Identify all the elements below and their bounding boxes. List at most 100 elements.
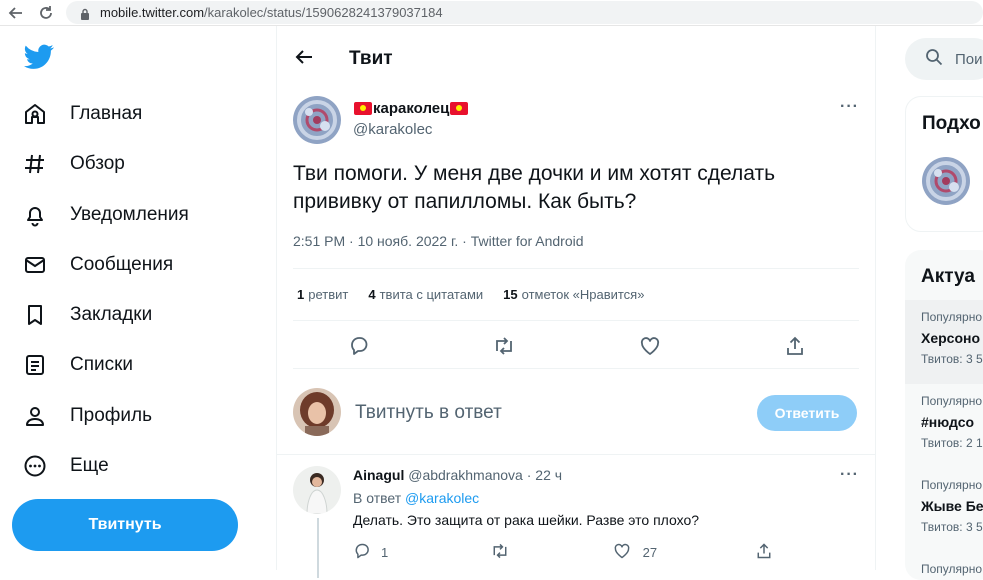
tweet-meta: 2:51 PM · 10 нояб. 2022 г. · Twitter for… — [293, 233, 584, 249]
card-title: Актуа — [921, 266, 975, 287]
nav-label: Главная — [70, 103, 143, 124]
author-name[interactable]: караколец — [353, 100, 469, 117]
bookmark-icon — [22, 302, 48, 328]
retweets-stat[interactable]: 1 ретвит — [297, 287, 348, 302]
reply-to-handle-link[interactable]: @karakolec — [405, 490, 479, 506]
reply-count: 1 — [381, 545, 389, 560]
nav-label: Профиль — [70, 405, 153, 426]
reply-text: Делать. Это защита от рака шейки. Разве … — [353, 512, 700, 528]
nav-notifications[interactable]: Уведомления — [22, 195, 189, 235]
tweet-button[interactable]: Твитнуть — [12, 499, 238, 551]
card-title: Подхо — [922, 113, 981, 134]
author-name-text: караколец — [373, 100, 450, 117]
divider — [293, 320, 859, 321]
reply-author[interactable]: Ainagul @abdrakhmanova · 22 ч — [353, 467, 562, 483]
search-icon — [925, 48, 943, 71]
trend-item[interactable]: Популярно Жыве Бе Твитов: 3 5 — [905, 468, 983, 552]
bell-icon — [22, 202, 48, 228]
list-icon — [22, 352, 48, 378]
quotes-stat[interactable]: 4 твита с цитатами — [368, 287, 483, 302]
like-count: 27 — [642, 545, 658, 560]
search-box[interactable]: Пои — [905, 38, 983, 80]
more-options-icon[interactable]: ··· — [840, 98, 859, 116]
page-title: Твит — [349, 48, 393, 69]
quotes-label: твита с цитатами — [379, 287, 484, 302]
trend-title: #нюдсо — [921, 414, 975, 430]
tweet-text: Тви помоги. У меня две дочки и им хотят … — [293, 162, 776, 213]
divider — [293, 268, 859, 269]
trend-title: Херсоно — [921, 330, 981, 346]
browser-toolbar: mobile.twitter.com/karakolec/status/1590… — [0, 0, 983, 26]
reply-retweet-action[interactable] — [490, 542, 613, 563]
nav-profile[interactable]: Профиль — [22, 396, 152, 436]
share-icon — [755, 542, 773, 563]
hash-icon — [22, 151, 48, 177]
author-handle[interactable]: @karakolec — [353, 121, 432, 138]
lock-icon — [80, 7, 90, 20]
trend-count: Твитов: 3 5 — [921, 520, 983, 534]
nav-bookmarks[interactable]: Закладки — [22, 295, 152, 335]
back-arrow-icon[interactable] — [6, 3, 26, 23]
reply-author-avatar[interactable] — [293, 466, 341, 514]
likes-label: отметок «Нравится» — [521, 287, 645, 302]
like-icon — [613, 542, 631, 563]
likes-stat[interactable]: 15 отметок «Нравится» — [503, 287, 644, 302]
tweet-stats: 1 ретвит 4 твита с цитатами 15 отметок «Нра… — [297, 287, 644, 302]
trend-item[interactable]: Популярно Херсоно Твитов: 3 5 — [905, 300, 983, 384]
reply-handle-time: @abdrakhmanova · 22 ч — [408, 467, 563, 483]
twitter-logo-icon[interactable] — [24, 44, 54, 70]
divider — [293, 368, 859, 369]
reply-reply-action[interactable]: 1 — [353, 542, 490, 563]
nav-explore[interactable]: Обзор — [22, 144, 125, 184]
reply-like-action[interactable]: 27 — [613, 542, 755, 563]
who-to-follow-card: Подхо — [905, 96, 983, 232]
retweets-label: ретвит — [308, 287, 349, 302]
trend-item[interactable]: Популярно — [905, 552, 983, 580]
trend-category: Популярно — [921, 478, 983, 492]
share-icon[interactable] — [783, 334, 807, 358]
retweet-icon — [490, 542, 510, 563]
kyrgyzstan-flag-icon — [354, 102, 372, 115]
trend-category: Популярно — [921, 562, 983, 576]
url-path: /karakolec/status/1590628241379037184 — [204, 5, 443, 20]
nav-lists[interactable]: Списки — [22, 345, 133, 385]
reply-to-prefix: В ответ — [353, 490, 402, 506]
trend-item[interactable]: Популярно #нюдсо Твитов: 2 1 — [905, 384, 983, 468]
author-avatar[interactable] — [293, 96, 341, 144]
reply-share-action[interactable] — [755, 542, 773, 563]
nav-label: Списки — [70, 354, 134, 375]
nav-messages[interactable]: Сообщения — [22, 245, 173, 285]
quotes-count: 4 — [368, 287, 376, 302]
like-icon[interactable] — [638, 334, 662, 358]
reply-actions: 1 27 — [353, 542, 773, 563]
nav-label: Еще — [70, 455, 109, 476]
right-sidebar: Пои Подхо Актуа Популярно Херсоно Твитов… — [876, 26, 983, 580]
nav-more[interactable]: Еще — [22, 446, 109, 486]
thread-line — [317, 518, 319, 578]
reply-input[interactable]: Твитнуть в ответ — [355, 402, 502, 424]
back-arrow-icon[interactable] — [293, 46, 315, 68]
envelope-icon — [22, 252, 48, 278]
retweet-icon[interactable] — [492, 334, 516, 358]
kyrgyzstan-flag-icon — [450, 102, 469, 115]
address-bar[interactable]: mobile.twitter.com/karakolec/status/1590… — [66, 1, 983, 24]
reply-icon[interactable] — [347, 334, 371, 358]
reload-icon[interactable] — [36, 3, 56, 23]
nav-label: Уведомления — [70, 204, 189, 225]
trend-category: Популярно — [921, 394, 983, 408]
suggested-user-avatar[interactable] — [922, 157, 970, 205]
divider — [277, 454, 875, 455]
trend-title: Жыве Бе — [921, 498, 983, 514]
nav-home[interactable]: Главная — [22, 94, 142, 134]
reply-author-name: Ainagul — [353, 467, 405, 483]
current-user-avatar[interactable] — [293, 388, 341, 436]
tweet-actions — [347, 334, 807, 358]
reply-submit-button[interactable]: Ответить — [757, 395, 857, 431]
more-options-icon[interactable]: ··· — [840, 466, 859, 484]
search-placeholder: Пои — [955, 50, 983, 68]
url-text: mobile.twitter.com/karakolec/status/1590… — [100, 5, 443, 20]
nav-label: Обзор — [70, 153, 125, 174]
trend-count: Твитов: 2 1 — [921, 436, 983, 450]
left-sidebar: Главная Обзор Уведомления Сообщения Закл… — [0, 26, 276, 570]
url-domain: mobile.twitter.com — [100, 5, 205, 20]
